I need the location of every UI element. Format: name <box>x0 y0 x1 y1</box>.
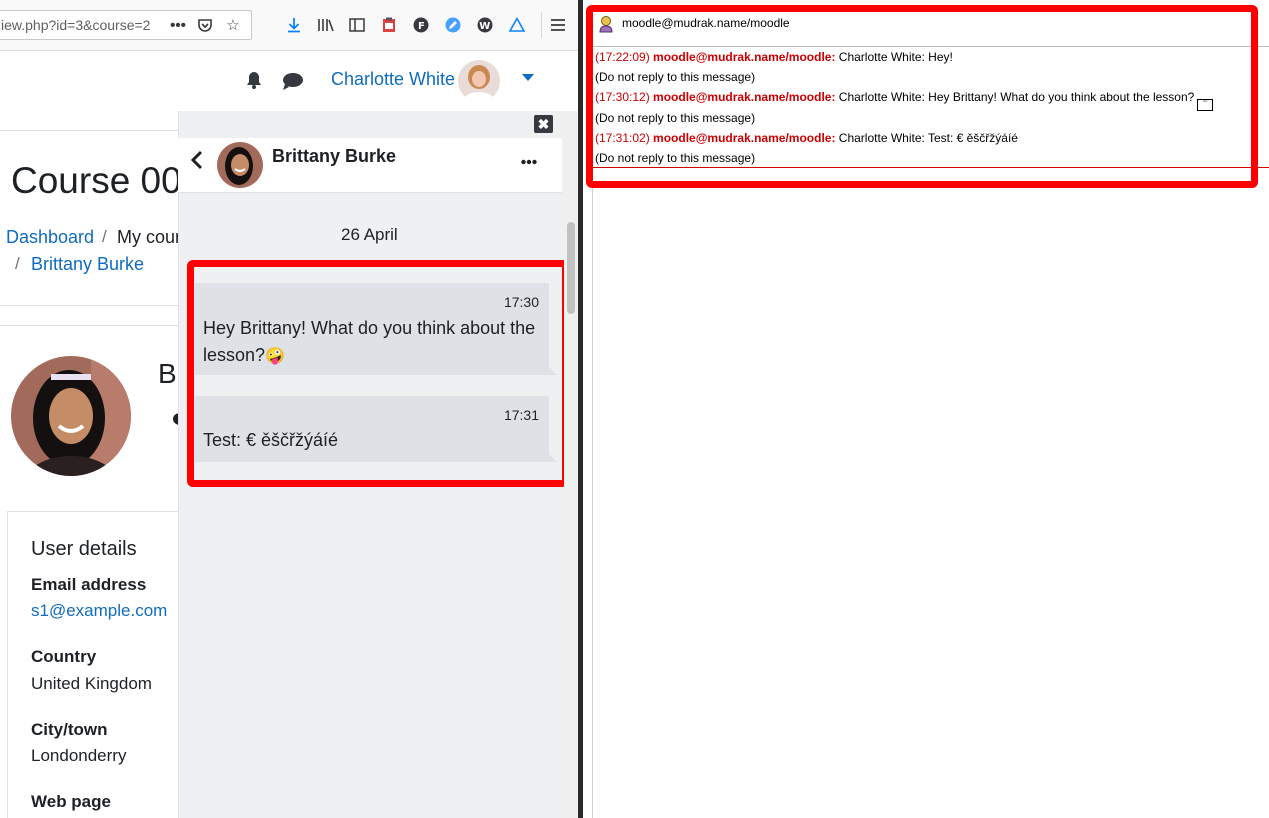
country-label: Country <box>31 647 97 666</box>
divider <box>0 305 180 306</box>
scrollbar-track[interactable] <box>564 111 578 818</box>
extension-w-icon[interactable]: W <box>473 13 497 37</box>
divider <box>0 325 180 326</box>
menu-hamburger-icon[interactable] <box>546 13 570 37</box>
email-link[interactable]: s1@example.com <box>31 601 167 621</box>
url-text: iew.php?id=3&course=2 <box>1 17 151 33</box>
scrollbar-thumb[interactable] <box>567 222 575 314</box>
back-chevron-icon[interactable] <box>190 150 204 176</box>
breadcrumb-dashboard[interactable]: Dashboard <box>6 227 94 248</box>
page-title: Course 00 <box>11 160 182 201</box>
notification-bell-icon[interactable] <box>245 71 263 94</box>
svg-text:F: F <box>418 21 425 32</box>
highlight-box <box>586 5 1258 188</box>
city-value: Londonderry <box>31 746 127 765</box>
extension-triangle-icon[interactable] <box>505 13 529 37</box>
clipboard-icon[interactable] <box>377 13 401 37</box>
date-separator: 26 April <box>341 225 398 244</box>
profile-avatar <box>11 356 131 476</box>
messages-chat-icon[interactable] <box>282 72 304 95</box>
contact-name[interactable]: Brittany Burke <box>272 146 396 167</box>
contact-avatar <box>217 142 263 188</box>
extension-f-icon[interactable]: F <box>409 13 433 37</box>
user-avatar[interactable] <box>458 60 500 102</box>
highlight-box <box>187 260 569 487</box>
extension-pen-icon[interactable] <box>441 13 465 37</box>
library-icon[interactable] <box>314 13 338 37</box>
user-details-heading: User details <box>31 538 137 560</box>
browser-window: iew.php?id=3&course=2 ••• ☆ F W Charlott… <box>0 0 578 818</box>
breadcrumb-user[interactable]: Brittany Burke <box>31 254 144 275</box>
divider <box>0 130 180 131</box>
city-label: City/town <box>31 720 108 739</box>
user-menu-name[interactable]: Charlotte White <box>331 69 455 90</box>
drawer-close-icon[interactable]: ✖ <box>534 115 553 133</box>
user-menu-caret-icon[interactable] <box>522 74 534 81</box>
breadcrumb-separator: / <box>15 254 20 273</box>
downloads-icon[interactable] <box>282 13 306 37</box>
breadcrumb-separator: / <box>102 227 107 246</box>
svg-text:W: W <box>479 21 490 32</box>
sidebar-icon[interactable] <box>345 13 369 37</box>
profile-name: B <box>158 358 177 389</box>
conversation-actions-icon[interactable] <box>521 149 537 170</box>
breadcrumb-my-courses: My cour <box>117 227 182 247</box>
pocket-icon[interactable] <box>193 13 217 37</box>
webpage-label: Web page <box>31 792 111 811</box>
country-value: United Kingdom <box>31 674 152 693</box>
pane-border <box>592 170 593 818</box>
toolbar-separator <box>541 12 542 38</box>
bookmark-star-icon[interactable]: ☆ <box>221 13 245 37</box>
email-label: Email address <box>31 575 147 594</box>
page-actions-icon[interactable]: ••• <box>166 13 190 37</box>
